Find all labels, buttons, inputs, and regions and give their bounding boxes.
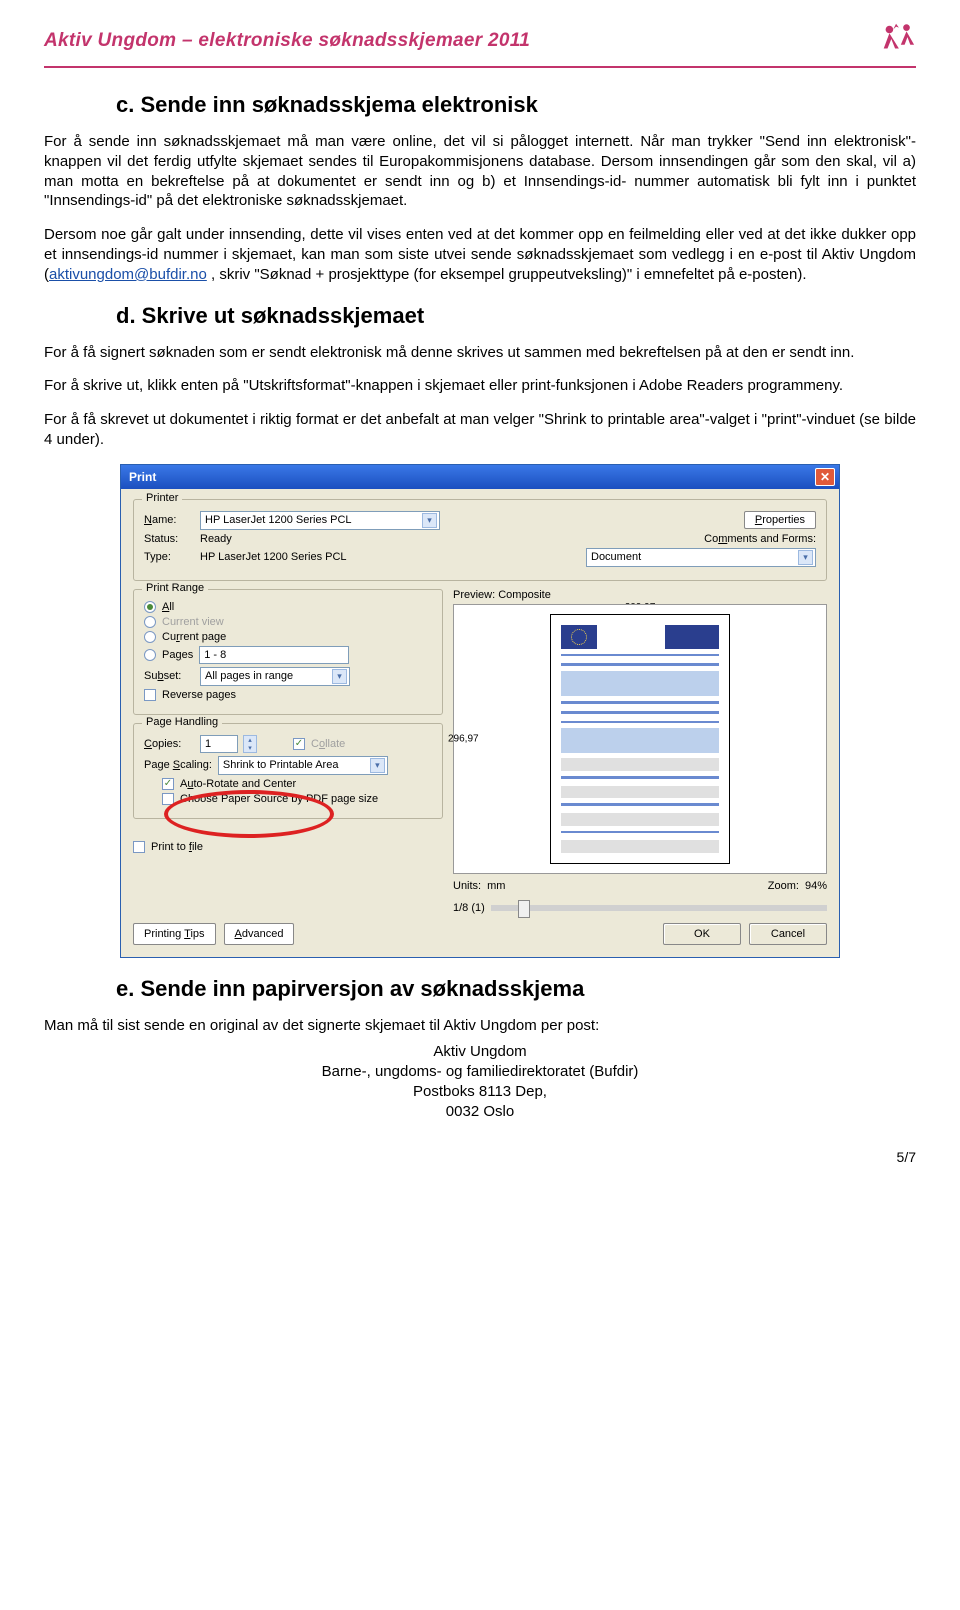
ok-button[interactable]: OK [663, 923, 741, 945]
page-handling-group: Page Handling Copies: ▴▾ Collate Page Sc… [133, 723, 443, 819]
addr-line-3: Postboks 8113 Dep, [44, 1082, 916, 1102]
addr-line-1: Aktiv Ungdom [44, 1042, 916, 1062]
addr-line-2: Barne-, ungdoms- og familiedirektoratet … [44, 1062, 916, 1082]
document-preview [550, 614, 730, 864]
opt-current-page: Current page [162, 631, 226, 643]
zoom-value: 94% [805, 880, 827, 892]
copies-label: Copies: [144, 738, 194, 750]
preview-label: Preview: Composite [453, 589, 827, 601]
units-label: Units: [453, 880, 481, 892]
eu-flag-icon [561, 625, 597, 649]
header-title: Aktiv Ungdom – elektroniske søknadsskjem… [44, 30, 530, 52]
collate-label: Collate [311, 738, 345, 750]
cancel-button[interactable]: Cancel [749, 923, 827, 945]
printer-group: Printer Name: HP LaserJet 1200 Series PC… [133, 499, 827, 581]
addr-line-4: 0032 Oslo [44, 1102, 916, 1122]
type-value: HP LaserJet 1200 Series PCL [200, 551, 347, 563]
email-link[interactable]: aktivungdom@bufdir.no [49, 266, 207, 283]
printer-group-label: Printer [142, 492, 182, 504]
form-header-box [665, 625, 719, 649]
radio-pages[interactable] [144, 649, 156, 661]
radio-current-page[interactable] [144, 631, 156, 643]
status-label: Status: [144, 533, 194, 545]
subset-label: Subset: [144, 670, 194, 682]
scaling-combo[interactable]: Shrink to Printable Area ▾ [218, 756, 388, 775]
logo-icon [878, 20, 916, 62]
check-reverse[interactable] [144, 689, 156, 701]
comments-value: Document [591, 551, 641, 563]
comments-combo[interactable]: Document ▾ [586, 548, 816, 567]
print-range-group: Print Range All Current view Current pag… [133, 589, 443, 715]
dim-height: 296,97 [448, 733, 479, 744]
section-c-p2-post: , skriv "Søknad + prosjekttype (for ekse… [207, 266, 807, 283]
copies-input[interactable] [200, 735, 238, 753]
check-print-to-file[interactable] [133, 841, 145, 853]
subset-value: All pages in range [205, 670, 293, 682]
section-c-p1: For å sende inn søknadsskjemaet må man v… [44, 132, 916, 211]
reverse-label: Reverse pages [162, 689, 236, 701]
chevron-down-icon: ▾ [370, 758, 385, 773]
section-d-p1: For å få signert søknaden som er sendt e… [44, 343, 916, 363]
subset-combo[interactable]: All pages in range ▾ [200, 667, 350, 686]
chevron-down-icon: ▾ [798, 550, 813, 565]
comments-label: Comments and Forms: [704, 533, 816, 545]
print-dialog: Print ✕ Printer Name: HP LaserJet 1200 S… [120, 464, 840, 958]
printing-tips-button[interactable]: Printing Tips [133, 923, 216, 945]
page-slider[interactable] [491, 905, 827, 911]
range-group-label: Print Range [142, 582, 208, 594]
name-label: Name: [144, 514, 194, 526]
opt-pages: Pages [162, 649, 193, 661]
dialog-title: Print [129, 470, 156, 484]
radio-current-view [144, 616, 156, 628]
section-e-p1: Man må til sist sende en original av det… [44, 1016, 916, 1036]
annotation-ring [164, 790, 334, 838]
status-value: Ready [200, 533, 232, 545]
advanced-button[interactable]: Advanced [224, 923, 295, 945]
print-to-file-label: Print to file [151, 841, 203, 853]
close-icon[interactable]: ✕ [815, 468, 835, 486]
radio-all[interactable] [144, 601, 156, 613]
chevron-down-icon: ▾ [422, 513, 437, 528]
printer-name-value: HP LaserJet 1200 Series PCL [205, 514, 352, 526]
preview-panel: 296,97 [453, 604, 827, 874]
handling-group-label: Page Handling [142, 716, 222, 728]
opt-all: All [162, 601, 174, 613]
copies-spinner[interactable]: ▴▾ [243, 735, 257, 753]
section-d-p3: For å få skrevet ut dokumentet i riktig … [44, 410, 916, 450]
section-d-p2: For å skrive ut, klikk enten på "Utskrif… [44, 376, 916, 396]
page-indicator: 1/8 (1) [453, 902, 485, 914]
section-d-heading: d. Skrive ut søknadsskjemaet [116, 303, 916, 329]
printer-name-combo[interactable]: HP LaserJet 1200 Series PCL ▾ [200, 511, 440, 530]
zoom-label: Zoom: [768, 880, 799, 892]
type-label: Type: [144, 551, 194, 563]
check-autorotate[interactable] [162, 778, 174, 790]
dialog-titlebar: Print ✕ [121, 465, 839, 489]
opt-current-view: Current view [162, 616, 224, 628]
page-number: 5/7 [44, 1149, 916, 1165]
section-c-p2: Dersom noe går galt under innsending, de… [44, 225, 916, 284]
address-block: Aktiv Ungdom Barne-, ungdoms- og familie… [44, 1042, 916, 1123]
scaling-label: Page Scaling: [144, 759, 212, 771]
properties-button[interactable]: Properties [744, 511, 816, 529]
section-e-heading: e. Sende inn papirversjon av søknadsskje… [116, 976, 916, 1002]
section-c-heading: c. Sende inn søknadsskjema elektronisk [116, 92, 916, 118]
autorotate-label: Auto-Rotate and Center [180, 778, 296, 790]
chevron-down-icon: ▾ [332, 669, 347, 684]
scaling-value: Shrink to Printable Area [223, 759, 339, 771]
pages-input[interactable] [199, 646, 349, 664]
units-value: mm [487, 880, 505, 892]
page-header: Aktiv Ungdom – elektroniske søknadsskjem… [44, 20, 916, 68]
check-collate [293, 738, 305, 750]
